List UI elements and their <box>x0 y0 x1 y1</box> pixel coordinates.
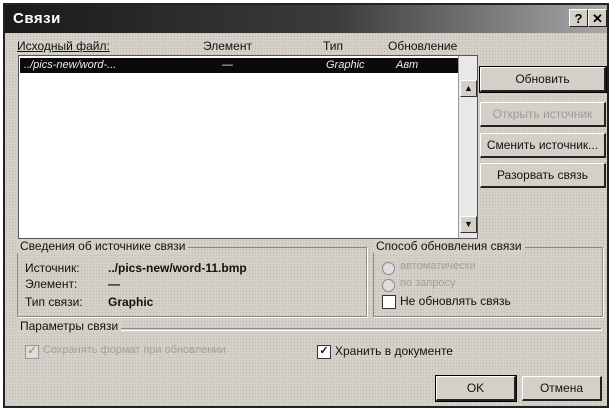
links-dialog: Связи ? ✕ Исходный файл: Элемент Тип Обн… <box>3 3 609 408</box>
source-label: Источник: <box>25 261 80 275</box>
header-update: Обновление <box>388 39 458 53</box>
auto-radio[interactable] <box>382 262 395 275</box>
header-type: Тип <box>323 39 344 53</box>
change-source-button[interactable]: Сменить источник... <box>480 133 606 158</box>
title-bar: Связи ? ✕ <box>5 5 607 33</box>
break-link-button[interactable]: Разорвать связь <box>480 163 606 188</box>
ok-button[interactable]: OK <box>435 375 517 402</box>
row-source: ../pics-new/word-... <box>24 59 117 71</box>
scroll-up-icon[interactable]: ▲ <box>460 80 477 97</box>
element-value: — <box>108 277 120 291</box>
update-now-button[interactable]: Обновить <box>479 66 607 93</box>
scroll-down-icon[interactable]: ▼ <box>460 216 477 233</box>
store-in-document-label: Хранить в документе <box>335 344 453 358</box>
header-element: Элемент <box>203 39 252 53</box>
link-type-value: Graphic <box>108 295 154 309</box>
help-button[interactable]: ? <box>569 9 588 27</box>
on-request-radio[interactable] <box>382 279 395 292</box>
dont-update-label: Не обновлять связь <box>400 294 511 308</box>
row-element: — <box>222 59 233 71</box>
row-type: Graphic <box>326 59 365 71</box>
source-value: ../pics-new/word-11.bmp <box>108 261 247 275</box>
row-update: Авт <box>396 59 419 71</box>
keep-format-label: Сохранять формат при обновлении <box>43 344 226 356</box>
list-item[interactable]: ../pics-new/word-... — Graphic Авт <box>20 58 458 73</box>
link-type-label: Тип связи: <box>25 295 83 309</box>
close-button[interactable]: ✕ <box>588 9 607 27</box>
open-source-button[interactable]: Открыть источник <box>480 102 606 127</box>
update-method-title: Способ обновления связи <box>373 239 525 253</box>
vertical-scrollbar[interactable]: ▲ ▼ <box>458 56 477 238</box>
cancel-button[interactable]: Отмена <box>522 376 602 401</box>
store-in-document-checkbox[interactable]: ✓ <box>317 345 331 359</box>
on-request-radio-label: по запросу <box>400 277 456 289</box>
auto-radio-label: автоматически <box>400 260 476 272</box>
window-title: Связи <box>13 10 61 27</box>
header-source: Исходный файл: <box>17 39 110 53</box>
source-info-title: Сведения об источнике связи <box>17 239 189 253</box>
dont-update-checkbox[interactable] <box>382 295 396 309</box>
element-label: Элемент: <box>25 277 78 291</box>
link-params-title: Параметры связи <box>17 319 122 333</box>
keep-format-checkbox[interactable]: ✓ <box>25 345 39 359</box>
links-list[interactable]: ../pics-new/word-... — Graphic Авт ▲ ▼ <box>18 55 478 239</box>
